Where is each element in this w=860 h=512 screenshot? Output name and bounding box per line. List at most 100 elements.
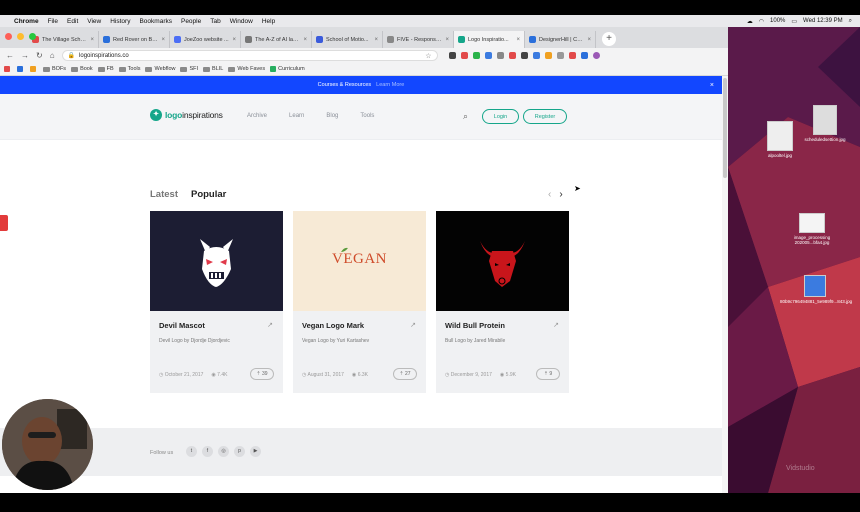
bookmark-folder[interactable]: Web Faves: [228, 66, 265, 72]
close-tab-icon[interactable]: ×: [374, 37, 378, 43]
extension-icon[interactable]: [544, 52, 552, 59]
bookmark-folder[interactable]: Book: [71, 66, 93, 72]
browser-tab[interactable]: School of Motio... ×: [312, 31, 383, 48]
logo-card[interactable]: Wild Bull Protein ↗ Bull Logo by Jared M…: [436, 211, 569, 393]
menu-bookmarks[interactable]: Bookmarks: [139, 18, 172, 25]
external-link-icon[interactable]: ↗: [267, 321, 273, 329]
close-tab-icon[interactable]: ×: [90, 37, 94, 43]
close-tab-icon[interactable]: ×: [516, 37, 520, 43]
search-icon[interactable]: ⌕: [849, 18, 852, 25]
extension-icon[interactable]: [520, 52, 528, 59]
menu-history[interactable]: History: [110, 18, 130, 25]
twitter-icon[interactable]: t: [186, 446, 197, 457]
extension-icon[interactable]: [508, 52, 516, 59]
menu-edit[interactable]: Edit: [67, 18, 78, 25]
menu-tab[interactable]: Tab: [210, 18, 220, 25]
like-button[interactable]: ⇡ 39: [250, 368, 274, 380]
close-tab-icon[interactable]: ×: [161, 37, 165, 43]
external-link-icon[interactable]: ↗: [553, 321, 559, 329]
wifi-icon[interactable]: ◠: [759, 18, 764, 25]
nav-learn[interactable]: Learn: [289, 113, 304, 119]
extension-icon[interactable]: [472, 52, 480, 59]
external-link-icon[interactable]: ↗: [410, 321, 416, 329]
logo-card[interactable]: VEGAN Vegan Logo Mark ↗ Vegan Logo by Yu…: [293, 211, 426, 393]
maximize-window-icon[interactable]: [29, 33, 36, 40]
clock[interactable]: Wed 12:39 PM: [803, 18, 843, 24]
nav-blog[interactable]: Blog: [326, 113, 338, 119]
card-title[interactable]: Wild Bull Protein: [445, 321, 505, 330]
back-icon[interactable]: ←: [6, 51, 14, 60]
site-logo[interactable]: ✦ logoinspirations: [150, 109, 223, 121]
extension-icon[interactable]: [448, 52, 456, 59]
reload-icon[interactable]: ↻: [36, 51, 43, 60]
desktop-file[interactable]: alpooltel.jpg: [762, 121, 798, 158]
like-button[interactable]: ⇡ 27: [393, 368, 417, 380]
close-tab-icon[interactable]: ×: [587, 37, 591, 43]
home-icon[interactable]: ⌂: [50, 51, 55, 60]
like-button[interactable]: ⇡ 9: [536, 368, 560, 380]
menu-people[interactable]: People: [181, 18, 201, 25]
search-icon[interactable]: ⌕: [463, 111, 468, 122]
nav-archive[interactable]: Archive: [247, 113, 267, 119]
address-bar[interactable]: 🔒 logoinspirations.co ☆: [61, 50, 438, 61]
browser-tab[interactable]: The Village Scho... ×: [28, 31, 99, 48]
card-title[interactable]: Devil Mascot: [159, 321, 205, 330]
instagram-icon[interactable]: ◎: [218, 446, 229, 457]
tab-popular[interactable]: Popular: [191, 189, 226, 200]
close-tab-icon[interactable]: ×: [232, 37, 236, 43]
youtube-icon[interactable]: ▶: [250, 446, 261, 457]
tab-latest[interactable]: Latest: [150, 189, 178, 200]
browser-tab[interactable]: The A-Z of AI lan... ×: [241, 31, 312, 48]
chevron-left-icon[interactable]: ‹: [548, 189, 551, 200]
new-tab-button[interactable]: +: [602, 32, 616, 46]
logo-card[interactable]: Devil Mascot ↗ Devil Logo by Djordje Djo…: [150, 211, 283, 393]
profile-avatar-icon[interactable]: [592, 52, 600, 59]
bookmark-folder[interactable]: Webflow: [145, 66, 175, 72]
register-button[interactable]: Register: [523, 109, 567, 124]
bookmark-folder[interactable]: Tools: [118, 66, 140, 72]
bookmark-folder[interactable]: BOFs: [43, 66, 66, 72]
extension-icon[interactable]: [580, 52, 588, 59]
extension-icon[interactable]: [532, 52, 540, 59]
menu-window[interactable]: Window: [230, 18, 253, 25]
extension-icon[interactable]: [460, 52, 468, 59]
bookmark-item[interactable]: [4, 66, 12, 72]
minimize-window-icon[interactable]: [17, 33, 24, 40]
close-tab-icon[interactable]: ×: [303, 37, 307, 43]
extension-icon[interactable]: [496, 52, 504, 59]
bookmark-item[interactable]: [30, 66, 38, 72]
browser-tab[interactable]: DesignerHill | Co... ×: [525, 31, 596, 48]
chevron-right-icon[interactable]: ›: [559, 189, 562, 200]
extension-icon[interactable]: [568, 52, 576, 59]
facebook-icon[interactable]: f: [202, 446, 213, 457]
forward-icon[interactable]: →: [21, 51, 29, 60]
desktop-file[interactable]: 80b9c796494881_5e989f9...843.jpg: [780, 275, 852, 304]
desktop-file[interactable]: image_processing 202005...bfa4.jpg: [780, 213, 844, 246]
browser-tab[interactable]: FIVE - Responsiv... ×: [383, 31, 454, 48]
login-button[interactable]: Login: [482, 109, 519, 124]
menu-view[interactable]: View: [87, 18, 101, 25]
extension-icon[interactable]: [484, 52, 492, 59]
bookmark-item[interactable]: Curriculum: [270, 66, 305, 72]
browser-tab[interactable]: Red Rover on Be... ×: [99, 31, 170, 48]
desktop-file[interactable]: scheduledsettion.jpg: [800, 105, 850, 142]
close-window-icon[interactable]: [5, 33, 12, 40]
card-title[interactable]: Vegan Logo Mark: [302, 321, 364, 330]
bookmark-star-icon[interactable]: ☆: [425, 52, 431, 60]
banner-learn-more-link[interactable]: Learn More: [376, 82, 404, 88]
cloud-icon[interactable]: ☁: [747, 18, 753, 25]
menu-chrome[interactable]: Chrome: [14, 18, 39, 25]
bookmark-item[interactable]: [17, 66, 25, 72]
nav-tools[interactable]: Tools: [360, 113, 374, 119]
menu-help[interactable]: Help: [262, 18, 275, 25]
bookmark-folder[interactable]: FB: [97, 66, 114, 72]
banner-close-icon[interactable]: ×: [710, 82, 714, 89]
browser-tab[interactable]: JoeZoo website ... ×: [170, 31, 241, 48]
scrollbar-thumb[interactable]: [723, 78, 727, 178]
pinterest-icon[interactable]: p: [234, 446, 245, 457]
extension-icon[interactable]: [556, 52, 564, 59]
browser-tab[interactable]: Logo Inspiratio... ×: [454, 31, 525, 48]
menu-file[interactable]: File: [48, 18, 58, 25]
bookmark-folder[interactable]: BLIL: [203, 66, 223, 72]
battery-level[interactable]: 100%: [770, 18, 785, 24]
